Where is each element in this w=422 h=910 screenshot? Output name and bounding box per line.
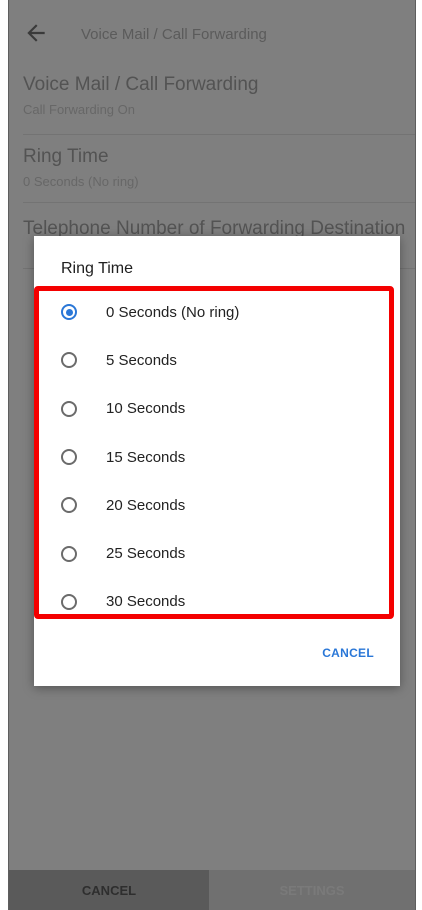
radio-option-label: 15 Seconds xyxy=(106,448,186,466)
page-title: Voice Mail / Call Forwarding xyxy=(81,26,267,43)
radio-option-label: 25 Seconds xyxy=(106,545,186,563)
ring-time-dialog: Ring Time 0 Seconds (No ring) 5 Seconds … xyxy=(34,236,400,686)
radio-option[interactable]: 10 Seconds xyxy=(34,385,400,433)
setting-voice-mail[interactable]: Voice Mail / Call Forwarding Call Forwar… xyxy=(23,74,415,135)
radio-button-icon[interactable] xyxy=(61,497,77,514)
radio-option[interactable]: 30 Seconds xyxy=(34,578,400,626)
setting-ring-time[interactable]: Ring Time 0 Seconds (No ring) xyxy=(23,146,415,203)
radio-option[interactable]: 0 Seconds (No ring) xyxy=(34,288,400,336)
setting-subtitle: 0 Seconds (No ring) xyxy=(23,174,139,189)
radio-option-list: 0 Seconds (No ring) 5 Seconds 10 Seconds… xyxy=(34,288,400,626)
radio-option[interactable]: 15 Seconds xyxy=(34,433,400,481)
app-bar: Voice Mail / Call Forwarding xyxy=(9,0,415,70)
setting-title: Voice Mail / Call Forwarding xyxy=(23,74,259,95)
dialog-cancel-button[interactable]: CANCEL xyxy=(322,646,374,660)
bottom-cancel-button[interactable]: CANCEL xyxy=(9,870,209,910)
radio-option-label: 5 Seconds xyxy=(106,351,177,369)
radio-option-label: 30 Seconds xyxy=(106,593,186,611)
setting-subtitle: Call Forwarding On xyxy=(23,102,135,117)
radio-option-label: 20 Seconds xyxy=(106,496,186,514)
radio-option-label: 0 Seconds (No ring) xyxy=(106,303,240,321)
dialog-title: Ring Time xyxy=(61,260,134,277)
radio-option[interactable]: 25 Seconds xyxy=(34,529,400,577)
bottom-action-bar: CANCEL SETTINGS xyxy=(9,870,415,910)
radio-button-icon[interactable] xyxy=(61,545,77,562)
radio-button-icon[interactable] xyxy=(61,352,77,369)
radio-button-icon[interactable] xyxy=(61,400,77,417)
bottom-settings-button[interactable]: SETTINGS xyxy=(209,870,415,910)
setting-title: Ring Time xyxy=(23,146,109,167)
radio-button-icon[interactable] xyxy=(61,304,77,321)
radio-button-icon[interactable] xyxy=(61,593,77,610)
radio-button-icon[interactable] xyxy=(61,449,77,466)
radio-option[interactable]: 20 Seconds xyxy=(34,481,400,529)
radio-option[interactable]: 5 Seconds xyxy=(34,336,400,384)
radio-option-label: 10 Seconds xyxy=(106,400,186,418)
arrow-left-icon[interactable] xyxy=(23,20,49,46)
